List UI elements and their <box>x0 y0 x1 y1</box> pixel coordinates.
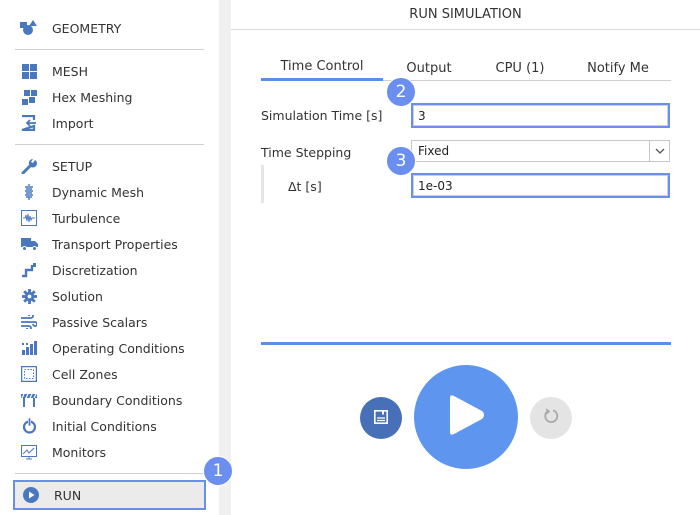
sidebar-item-label: Turbulence <box>52 210 121 226</box>
sidebar-item-mesh[interactable]: MESH <box>14 59 206 83</box>
chevron-down-icon[interactable] <box>649 141 669 161</box>
divider <box>15 144 204 145</box>
panel-splitter[interactable] <box>219 0 231 515</box>
reset-button[interactable] <box>530 397 572 439</box>
sidebar-item-setup[interactable]: SETUP <box>14 154 206 178</box>
simulation-time-label: Simulation Time [s] <box>261 108 383 123</box>
sidebar-item-label: Initial Conditions <box>52 418 157 434</box>
sidebar: GEOMETRY MESH Hex Meshing Import SETUP D… <box>0 0 219 515</box>
indent-bar <box>261 165 264 203</box>
sidebar-item-label: SETUP <box>52 158 93 174</box>
sidebar-item-import[interactable]: Import <box>14 111 206 135</box>
sidebar-item-transport-properties[interactable]: Transport Properties <box>14 232 206 256</box>
delta-t-input[interactable]: 1e-03 <box>411 173 670 198</box>
simulation-time-input[interactable]: 3 <box>411 103 670 128</box>
power-icon <box>18 417 40 435</box>
reset-icon <box>543 408 559 428</box>
waveform-icon <box>18 209 40 227</box>
annotation-badge-1: 1 <box>203 456 233 486</box>
save-button[interactable] <box>360 397 402 439</box>
sidebar-item-label: Solution <box>52 288 103 304</box>
sidebar-item-operating-conditions[interactable]: Operating Conditions <box>14 336 206 360</box>
wrench-icon <box>18 157 40 175</box>
delta-t-label: Δt [s] <box>288 179 322 194</box>
monitor-chart-icon <box>18 443 40 461</box>
sidebar-item-monitors[interactable]: Monitors <box>14 440 206 464</box>
divider <box>15 49 204 50</box>
hex-meshing-icon <box>18 88 40 106</box>
sidebar-item-label: Transport Properties <box>52 236 178 252</box>
sidebar-item-label: Hex Meshing <box>52 89 133 105</box>
play-button[interactable] <box>414 365 518 469</box>
geometry-shapes-icon <box>18 19 40 37</box>
time-stepping-label: Time Stepping <box>261 145 352 160</box>
spring-icon <box>18 183 40 201</box>
sidebar-item-label: Passive Scalars <box>52 314 148 330</box>
sidebar-item-turbulence[interactable]: Turbulence <box>14 206 206 230</box>
tab-bar: Time Control Output CPU (1) Notify Me <box>261 55 671 81</box>
bar-chart-icon <box>18 339 40 357</box>
sidebar-item-label: Dynamic Mesh <box>52 184 145 200</box>
sidebar-item-discretization[interactable]: Discretization <box>14 258 206 282</box>
tab-cpu[interactable]: CPU (1) <box>475 55 565 81</box>
mesh-grid-icon <box>18 62 40 80</box>
sidebar-item-label: Boundary Conditions <box>52 392 183 408</box>
wind-icon <box>18 313 40 331</box>
sidebar-item-dynamic-mesh[interactable]: Dynamic Mesh <box>14 180 206 204</box>
gear-icon <box>18 287 40 305</box>
progress-bar <box>261 342 671 345</box>
cell-zone-icon <box>18 365 40 383</box>
sidebar-item-geometry[interactable]: GEOMETRY <box>14 16 206 40</box>
divider <box>15 473 204 474</box>
play-circle-icon <box>21 485 41 505</box>
barrier-icon <box>18 391 40 409</box>
sidebar-item-label: Discretization <box>52 262 138 278</box>
sidebar-item-label: Operating Conditions <box>52 340 185 356</box>
sidebar-item-label: MESH <box>52 63 89 79</box>
sidebar-item-label: Cell Zones <box>52 366 118 382</box>
play-icon <box>446 394 486 440</box>
sidebar-item-initial-conditions[interactable]: Initial Conditions <box>14 414 206 438</box>
page-title: RUN SIMULATION <box>231 0 700 30</box>
annotation-badge-2: 2 <box>386 77 416 107</box>
sidebar-item-passive-scalars[interactable]: Passive Scalars <box>14 310 206 334</box>
save-icon <box>374 409 388 428</box>
sidebar-item-label: GEOMETRY <box>52 20 122 36</box>
sidebar-item-solution[interactable]: Solution <box>14 284 206 308</box>
tab-notify-me[interactable]: Notify Me <box>565 55 671 81</box>
sidebar-item-label: Monitors <box>52 444 107 460</box>
time-stepping-value: Fixed <box>418 144 450 158</box>
sidebar-item-run[interactable]: RUN <box>13 480 206 510</box>
annotation-badge-3: 3 <box>386 146 416 176</box>
sidebar-item-hex-meshing[interactable]: Hex Meshing <box>14 85 206 109</box>
main-panel: RUN SIMULATION Time Control Output CPU (… <box>231 0 700 515</box>
sidebar-item-cell-zones[interactable]: Cell Zones <box>14 362 206 386</box>
truck-icon <box>18 235 40 253</box>
import-icon <box>18 114 40 132</box>
tab-time-control[interactable]: Time Control <box>261 55 383 81</box>
sidebar-item-boundary-conditions[interactable]: Boundary Conditions <box>14 388 206 412</box>
sidebar-item-label: Import <box>52 115 94 131</box>
time-stepping-select[interactable]: Fixed <box>411 140 670 162</box>
sidebar-item-label: RUN <box>54 487 82 503</box>
discretization-icon <box>18 261 40 279</box>
